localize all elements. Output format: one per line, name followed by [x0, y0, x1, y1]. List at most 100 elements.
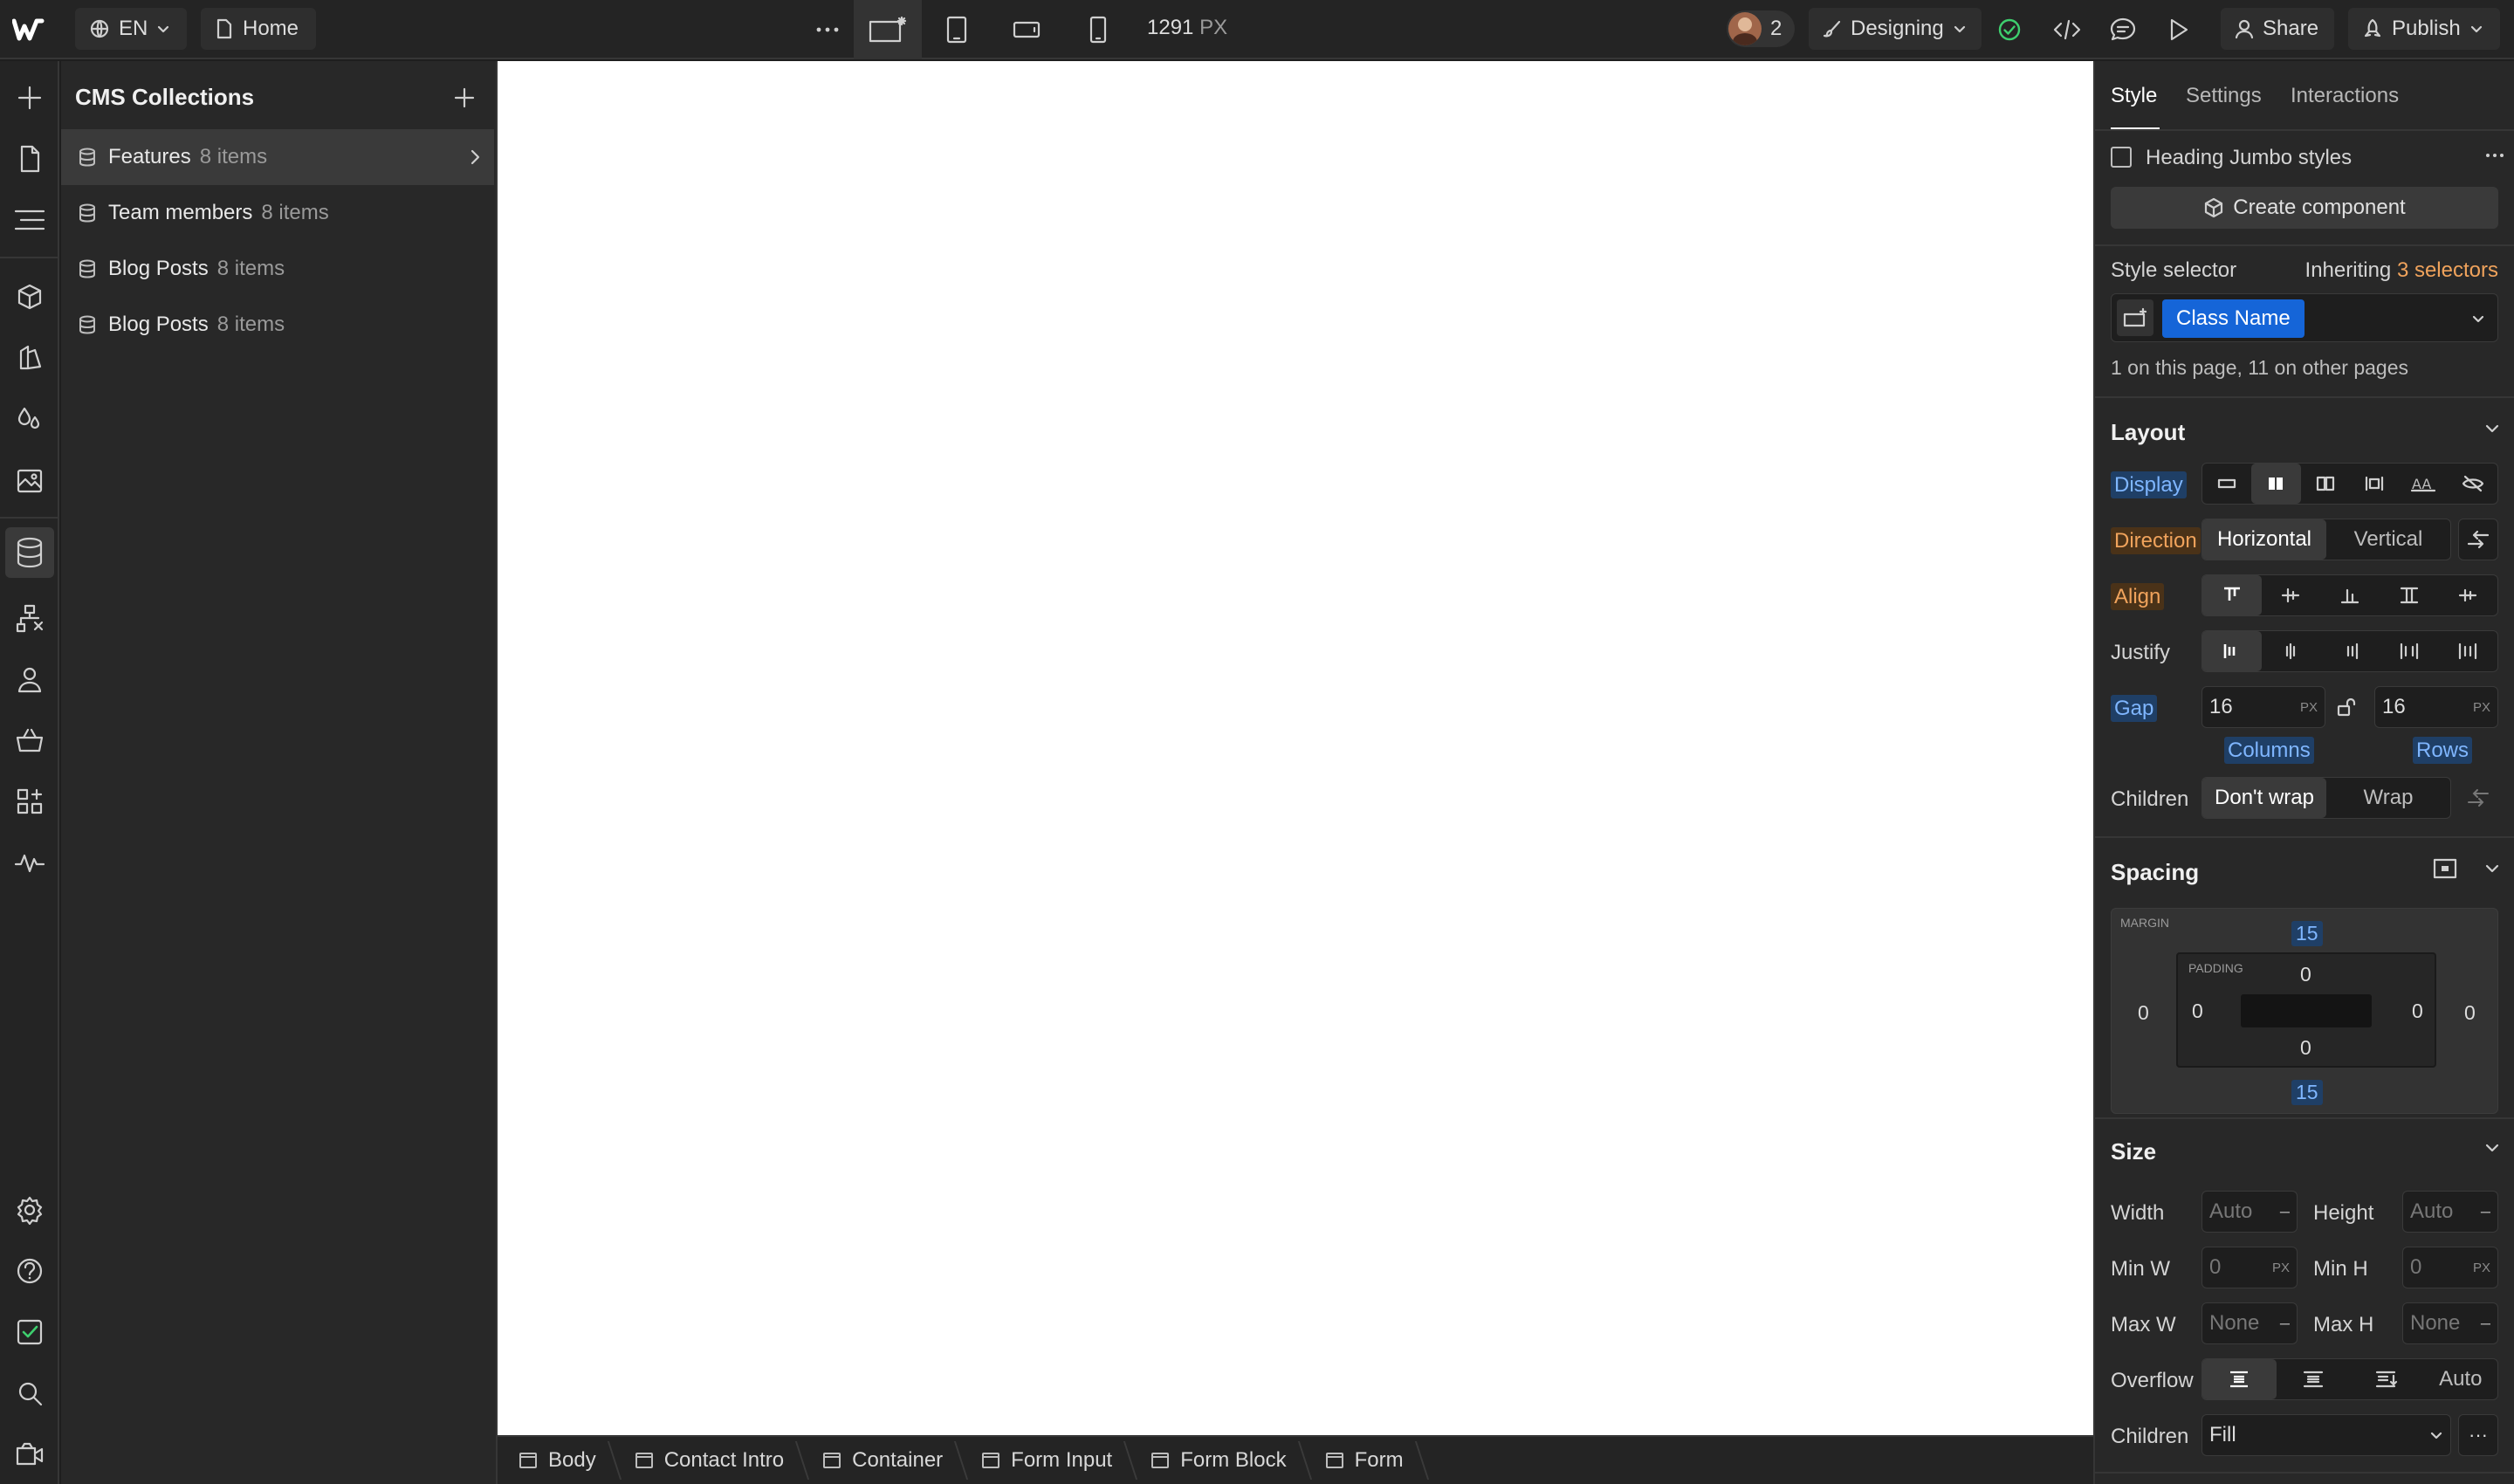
justify-space-around-icon[interactable] [2438, 631, 2497, 671]
display-flex-icon[interactable] [2251, 464, 2301, 504]
webflow-logo-icon[interactable] [12, 14, 47, 45]
collection-item[interactable]: Team members 8 items [61, 185, 494, 241]
justify-start-icon[interactable] [2202, 631, 2262, 671]
page-switcher[interactable]: Home [201, 8, 316, 50]
tab-settings[interactable]: Settings [2186, 84, 2262, 108]
margin-top-value[interactable]: 15 [2291, 921, 2323, 946]
min-height-input[interactable]: 0 PX [2402, 1247, 2498, 1288]
video-tutorials-icon[interactable] [10, 1435, 49, 1474]
chevron-down-icon[interactable] [2484, 861, 2500, 876]
max-height-input[interactable]: None – [2402, 1302, 2498, 1344]
justify-end-icon[interactable] [2320, 631, 2380, 671]
margin-bottom-value[interactable]: 15 [2291, 1080, 2323, 1105]
unlock-icon[interactable] [2336, 697, 2357, 718]
chevron-down-icon[interactable] [2471, 312, 2485, 326]
breadcrumb-item[interactable]: Body [498, 1436, 614, 1484]
display-inline-icon[interactable]: AA [2399, 464, 2448, 504]
reverse-direction-icon[interactable] [2458, 519, 2498, 560]
spacing-preset-icon[interactable] [2432, 857, 2458, 880]
ecommerce-icon[interactable] [10, 721, 49, 759]
justify-space-between-icon[interactable] [2380, 631, 2439, 671]
inheriting-info[interactable]: Inheriting 3 selectors [2304, 258, 2498, 283]
insights-icon[interactable] [10, 843, 49, 882]
tablet-breakpoint-icon[interactable] [939, 12, 974, 47]
padding-top-value[interactable]: 0 [2300, 963, 2311, 986]
overflow-visible-icon[interactable] [2202, 1359, 2277, 1399]
tab-style[interactable]: Style [2111, 84, 2157, 108]
collection-item[interactable]: Blog Posts 8 items [61, 297, 494, 353]
align-end-icon[interactable] [2320, 575, 2380, 615]
comments-icon[interactable] [2105, 12, 2140, 47]
min-width-input[interactable]: 0 PX [2201, 1247, 2298, 1288]
publish-button[interactable]: Publish [2348, 8, 2500, 50]
mobile-landscape-breakpoint-icon[interactable] [1009, 12, 1044, 47]
more-icon[interactable] [810, 12, 845, 47]
wrap-option[interactable]: Wrap [2326, 778, 2450, 818]
display-inline-block-icon[interactable] [2350, 464, 2399, 504]
reverse-wrap-icon[interactable] [2458, 777, 2498, 819]
collection-item[interactable]: Features 8 items [61, 129, 494, 185]
assets-icon[interactable] [10, 461, 49, 499]
class-selector-field[interactable]: Class Name [2111, 293, 2498, 342]
help-icon[interactable] [10, 1252, 49, 1290]
users-icon[interactable] [10, 660, 49, 698]
cms-icon[interactable] [5, 527, 54, 578]
padding-left-value[interactable]: 0 [2192, 1000, 2203, 1023]
settings-icon[interactable] [10, 1191, 49, 1229]
padding-right-value[interactable]: 0 [2412, 1000, 2423, 1023]
publish-status-check-icon[interactable] [1994, 14, 2025, 45]
share-button[interactable]: Share [2221, 8, 2334, 50]
breadcrumb-item[interactable]: Form Block [1130, 1436, 1303, 1484]
display-block-icon[interactable] [2202, 464, 2251, 504]
padding-bottom-value[interactable]: 0 [2300, 1036, 2311, 1060]
gap-rows-input[interactable]: 16 PX [2374, 686, 2498, 728]
breadcrumb-item[interactable]: Container [801, 1436, 960, 1484]
element-styles-checkbox[interactable] [2111, 147, 2132, 168]
height-input[interactable]: Auto – [2402, 1191, 2498, 1233]
margin-left-value[interactable]: 0 [2138, 1001, 2149, 1025]
search-icon[interactable] [10, 1374, 49, 1412]
breadcrumb-item[interactable]: Form Input [960, 1436, 1130, 1484]
components-icon[interactable] [10, 278, 49, 316]
pages-icon[interactable] [10, 140, 49, 178]
align-stretch-icon[interactable] [2380, 575, 2439, 615]
max-width-input[interactable]: None – [2201, 1302, 2298, 1344]
add-elements-icon[interactable] [10, 79, 49, 117]
children-fill-select[interactable]: Fill [2201, 1414, 2451, 1456]
design-canvas[interactable] [498, 61, 2093, 1435]
tab-interactions[interactable]: Interactions [2291, 84, 2399, 108]
children-more-button[interactable]: ··· [2458, 1414, 2498, 1456]
align-baseline-icon[interactable] [2438, 575, 2497, 615]
overflow-auto-option[interactable]: Auto [2424, 1359, 2498, 1399]
spacing-section-title[interactable]: Spacing [2111, 859, 2199, 886]
mode-switcher[interactable]: Designing [1809, 8, 1982, 50]
justify-center-icon[interactable] [2262, 631, 2321, 671]
dont-wrap-option[interactable]: Don't wrap [2202, 778, 2326, 818]
overflow-scroll-icon[interactable] [2350, 1359, 2424, 1399]
audit-check-icon[interactable] [10, 1313, 49, 1351]
breadcrumb-item[interactable]: Contact Intro [614, 1436, 801, 1484]
class-name-tag[interactable]: Class Name [2162, 299, 2304, 338]
align-center-icon[interactable] [2262, 575, 2321, 615]
align-start-icon[interactable] [2202, 575, 2262, 615]
collaborators[interactable]: 2 [1727, 10, 1795, 47]
display-grid-icon[interactable] [2301, 464, 2350, 504]
navigator-icon[interactable] [10, 201, 49, 239]
apps-icon[interactable] [10, 782, 49, 821]
chevron-down-icon[interactable] [2484, 1140, 2500, 1156]
size-section-title[interactable]: Size [2111, 1138, 2156, 1165]
breadcrumb-item[interactable]: Form [1304, 1436, 1421, 1484]
direction-horizontal[interactable]: Horizontal [2202, 519, 2326, 560]
width-input[interactable]: Auto – [2201, 1191, 2298, 1233]
gap-columns-input[interactable]: 16 PX [2201, 686, 2325, 728]
direction-vertical[interactable]: Vertical [2326, 519, 2450, 560]
mobile-portrait-breakpoint-icon[interactable] [1081, 12, 1116, 47]
chevron-down-icon[interactable] [2484, 421, 2500, 436]
style-selectors-icon[interactable] [10, 400, 49, 438]
margin-right-value[interactable]: 0 [2464, 1001, 2476, 1025]
display-none-icon[interactable] [2449, 464, 2497, 504]
variables-icon[interactable] [10, 339, 49, 377]
more-options-icon[interactable] [2484, 152, 2505, 159]
code-icon[interactable] [2050, 12, 2085, 47]
collection-item[interactable]: Blog Posts 8 items [61, 241, 494, 297]
